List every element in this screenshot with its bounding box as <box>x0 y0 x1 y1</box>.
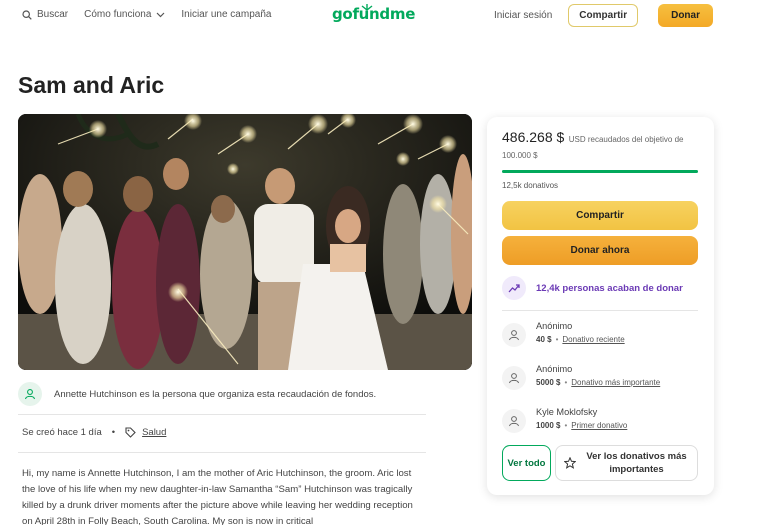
donor-details: 40 $ • Donativo reciente <box>536 333 625 347</box>
user-icon <box>24 389 36 400</box>
search-label: Buscar <box>37 9 69 20</box>
donor-icon <box>502 409 526 433</box>
see-all-button[interactable]: Ver todo <box>502 445 551 481</box>
donor-amount: 1000 $ <box>536 421 561 430</box>
start-campaign-label: Iniciar une campaña <box>181 9 272 20</box>
divider <box>18 452 426 453</box>
organizer-avatar <box>18 382 42 406</box>
donor-item: Kyle Moklofsky 1000 $ • Primer donativo <box>502 406 698 433</box>
donor-item: Anónimo 40 $ • Donativo reciente <box>502 320 698 347</box>
page-title: Sam and Aric <box>18 72 165 98</box>
separator-dot: • <box>564 378 568 387</box>
search-link[interactable]: Buscar <box>22 9 68 20</box>
donor-details: 5000 $ • Donativo más importante <box>536 376 660 390</box>
campaign-photo[interactable] <box>18 114 472 370</box>
progress-fill <box>502 170 698 173</box>
top-header: Buscar Cómo funciona Iniciar une campaña… <box>0 0 768 32</box>
donor-name: Anónimo <box>536 321 573 331</box>
amount-raised: 486.268 $ <box>502 129 565 145</box>
amount-raised-block: 486.268 $ USD recaudados del objetivo de… <box>502 130 702 163</box>
donor-name: Anónimo <box>536 364 573 374</box>
donor-name: Kyle Moklofsky <box>536 407 598 417</box>
gofundme-logo[interactable]: gofundme <box>332 4 415 23</box>
recent-donors-text: 12,4k personas acaban de donar <box>536 282 683 294</box>
chevron-down-icon <box>156 12 165 18</box>
campaign-story: Hi, my name is Annette Hutchinson, I am … <box>22 468 413 525</box>
progress-bar <box>502 170 698 173</box>
donor-item: Anónimo 5000 $ • Donativo más importante <box>502 363 698 390</box>
search-icon <box>22 9 32 20</box>
donor-icon <box>502 323 526 347</box>
star-icon <box>564 457 576 469</box>
donor-label[interactable]: Donativo reciente <box>562 335 624 344</box>
header-donate-button[interactable]: Donar <box>658 4 713 27</box>
how-it-works-label: Cómo funciona <box>84 9 152 20</box>
donor-info: Kyle Moklofsky 1000 $ • Primer donativo <box>536 406 627 433</box>
divider <box>18 414 426 415</box>
donations-count: 12,5k donativos <box>502 181 559 190</box>
donor-label[interactable]: Donativo más importante <box>571 378 660 387</box>
donor-label[interactable]: Primer donativo <box>571 421 627 430</box>
login-link[interactable]: Iniciar sesión <box>494 10 552 21</box>
campaign-meta: Se creó hace 1 día • Salud <box>22 427 166 438</box>
created-text: Se creó hace 1 día <box>22 427 102 438</box>
organizer-row: Annette Hutchinson es la persona que org… <box>18 380 426 408</box>
donation-card: 486.268 $ USD recaudados del objetivo de… <box>487 117 714 495</box>
how-it-works-menu[interactable]: Cómo funciona <box>84 9 165 20</box>
donor-icon <box>502 366 526 390</box>
see-top-donations-button[interactable]: Ver los donativos más importantes <box>555 445 698 481</box>
donor-details: 1000 $ • Primer donativo <box>536 419 627 433</box>
divider <box>502 310 698 311</box>
start-campaign-link[interactable]: Iniciar une campaña <box>181 9 271 20</box>
meta-separator: • <box>111 427 116 438</box>
nav-left: Buscar Cómo funciona Iniciar une campaña <box>22 9 287 20</box>
wedding-photo-illustration <box>18 114 472 370</box>
separator-dot: • <box>555 335 559 344</box>
nav-right: Iniciar sesión Compartir Donar <box>494 4 768 27</box>
header-share-button[interactable]: Compartir <box>568 4 639 27</box>
separator-dot: • <box>564 421 568 430</box>
share-button[interactable]: Compartir <box>502 201 698 230</box>
tag-icon <box>125 427 136 438</box>
donor-amount: 40 $ <box>536 335 552 344</box>
category-link[interactable]: Salud <box>142 427 166 438</box>
donor-info: Anónimo 40 $ • Donativo reciente <box>536 320 625 347</box>
sun-rays-icon <box>361 4 373 11</box>
see-top-donations-label: Ver los donativos más importantes <box>586 451 687 475</box>
donate-now-button[interactable]: Donar ahora <box>502 236 698 265</box>
recent-donors-row: 12,4k personas acaban de donar <box>502 275 698 301</box>
trending-up-icon <box>502 276 526 300</box>
donor-amount: 5000 $ <box>536 378 561 387</box>
organizer-text: Annette Hutchinson es la persona que org… <box>54 388 377 400</box>
donor-info: Anónimo 5000 $ • Donativo más importante <box>536 363 660 390</box>
